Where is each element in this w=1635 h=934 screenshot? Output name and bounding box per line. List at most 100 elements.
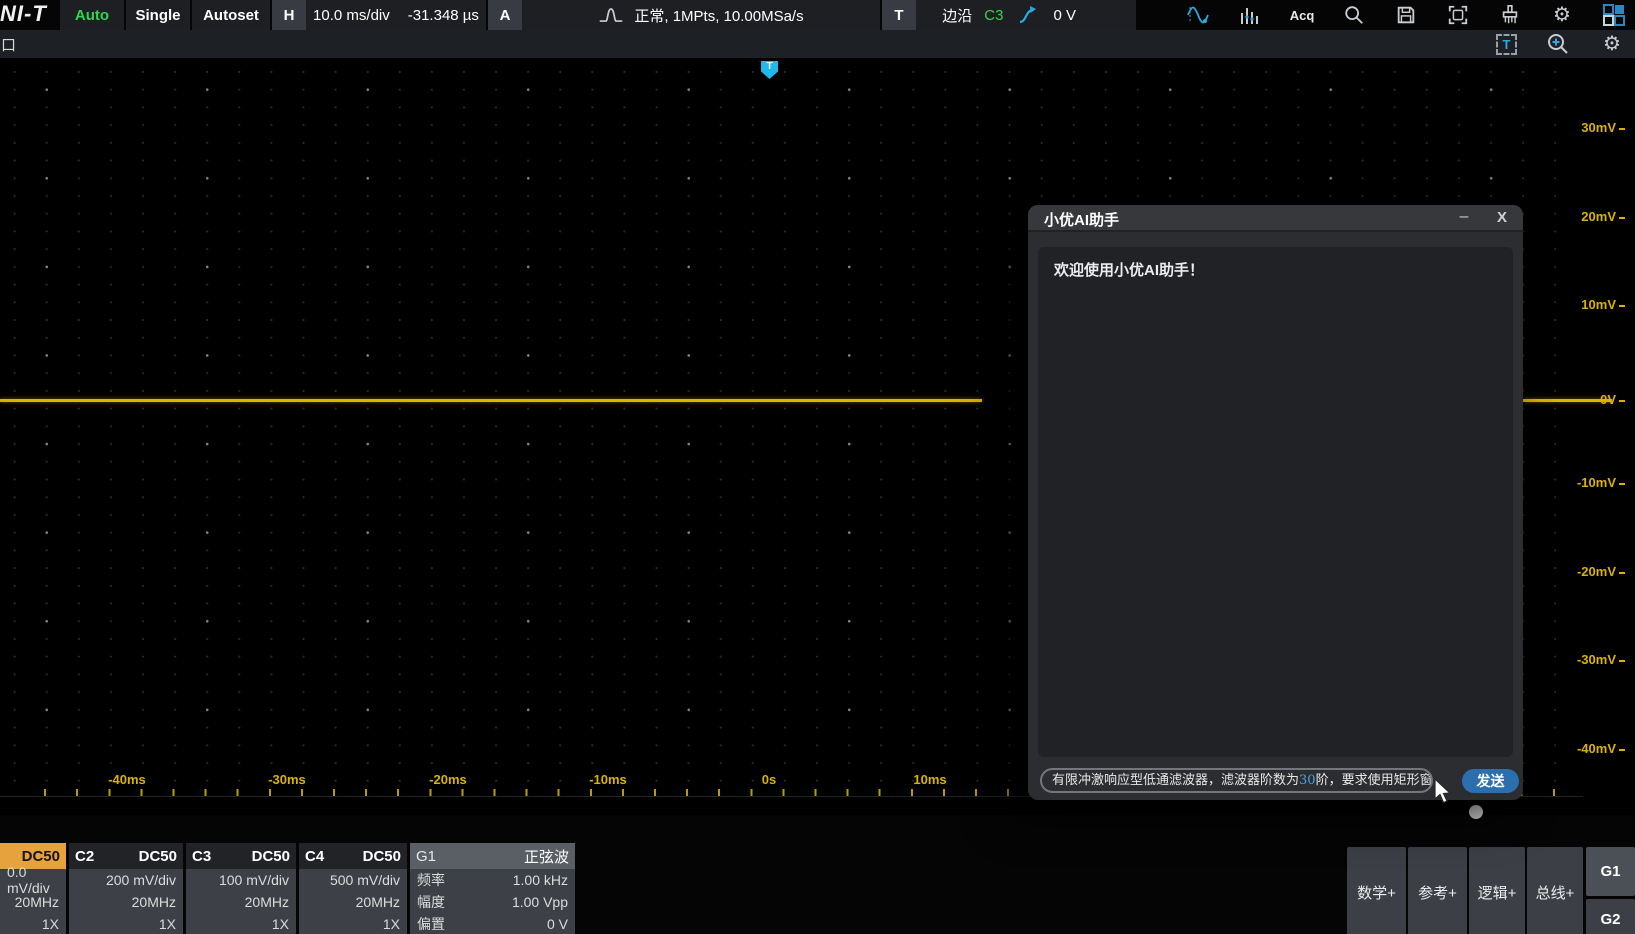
dialog-titlebar[interactable]: 小优AI助手 – X [1028,205,1523,232]
generator1-waveform: 正弦波 [524,846,569,867]
dialog-title: 小优AI助手 [1044,209,1119,230]
channel3-panel[interactable]: C3 DC50 100 mV/div 20MHz 1X [186,843,296,934]
t-axis-label: 10ms [913,772,946,787]
input-text: 阶，要求使用矩形窗 [1316,773,1433,788]
minimize-button[interactable]: – [1452,208,1476,228]
panel-drag-handle[interactable] [1469,805,1483,819]
channel1-coupling: DC50 [22,848,60,865]
channel2-bandwidth: 20MHz [69,891,183,913]
secondary-icon-strip: T ⚙ [1496,32,1625,56]
channel3-header[interactable]: C3 DC50 [186,843,296,869]
generator1-button[interactable]: G1 [1586,847,1635,896]
channel4-probe: 1X [299,913,407,934]
timebase-value: 10.0 ms/div [313,7,390,24]
channel1-probe: 1X [0,913,66,934]
channel4-bandwidth: 20MHz [299,891,407,913]
generator1-offset-row: 偏置0 V [410,913,575,934]
toolbar-icon-strip: FFT Acq Ultra ⚙ [1185,0,1627,30]
v-axis-label: 30mV [1545,120,1625,135]
display-settings-gear-icon[interactable]: ⚙ [1599,31,1625,57]
bottom-status-section: DC50 0.0 mV/div 20MHz 1X C2 DC50 200 mV/… [0,815,1635,934]
t-axis-label: -20ms [429,772,467,787]
chat-history-panel: 欢迎使用小优AI助手！ [1038,247,1513,757]
generator1-amplitude-row: 幅度1.00 Vpp [410,891,575,913]
reference-add-button[interactable]: 参考+ [1408,847,1467,934]
fft-icon[interactable]: FFT [1237,2,1263,28]
horizontal-settings[interactable]: 10.0 ms/div -31.348 µs [306,0,486,30]
zoom-in-icon[interactable] [1545,31,1571,57]
logic-add-button[interactable]: 逻辑+ [1469,847,1525,934]
horizontal-offset-value: -31.348 µs [408,7,479,24]
channel1-scale: 0.0 mV/div [0,869,66,891]
v-axis-label: 10mV [1545,297,1625,312]
autoset-button[interactable]: Autoset [192,0,270,30]
channel1-trace-left[interactable] [0,399,982,402]
axis-tick [1619,305,1625,307]
channel4-coupling: DC50 [363,848,401,865]
mouse-cursor [1432,778,1458,806]
rising-edge-icon [1015,2,1041,28]
acquire-info: 正常, 1MPts, 10.00MSa/s [634,5,803,26]
generator1-panel[interactable]: G1 正弦波 频率1.00 kHz 幅度1.00 Vpp 偏置0 V [410,843,575,934]
acquire-badge: A [488,0,522,30]
waveform-edit-icon[interactable] [1185,2,1211,28]
axis-tick [1619,572,1625,574]
save-icon[interactable] [1393,2,1419,28]
top-toolbar: NI-T Auto Single Autoset H 10.0 ms/div -… [0,0,1635,30]
window-layout-icon[interactable] [1601,2,1627,28]
trigger-type: 边沿 [942,5,972,26]
screen-capture-icon[interactable] [1445,2,1471,28]
v-axis-label: -10mV [1545,475,1625,490]
channel2-header[interactable]: C2 DC50 [69,843,183,869]
secondary-toolbar: 窗口 T ⚙ [0,30,1635,58]
bus-add-button[interactable]: 总线+ [1527,847,1583,934]
channel2-coupling: DC50 [139,848,177,865]
welcome-message: 欢迎使用小优AI助手！ [1054,259,1204,280]
trigger-settings[interactable]: 边沿 C3 0 V [916,0,1136,30]
trigger-badge: T [882,0,916,30]
text-annotation-icon[interactable]: T [1496,34,1517,55]
channel3-scale: 100 mV/div [186,869,296,891]
window-menu-label[interactable]: 窗口 [0,34,16,55]
t-axis-label: -30ms [268,772,306,787]
channel4-panel[interactable]: C4 DC50 500 mV/div 20MHz 1X [299,843,407,934]
channel1-panel[interactable]: DC50 0.0 mV/div 20MHz 1X [0,843,66,934]
settings-gear-icon[interactable]: ⚙ [1549,2,1575,28]
channel3-probe: 1X [186,913,296,934]
v-axis-label: -30mV [1545,652,1625,667]
v-axis-label: 20mV [1545,209,1625,224]
input-text-highlight: 30 [1299,773,1316,788]
channel3-bandwidth: 20MHz [186,891,296,913]
t-axis-label: -10ms [589,772,627,787]
acq-label: Acq [1290,8,1315,23]
v-axis-label: -40mV [1545,741,1625,756]
axis-tick [1619,400,1625,402]
chat-input-field[interactable]: 有限冲激响应型低通滤波器，滤波器阶数为30阶，要求使用矩形窗 [1040,768,1433,793]
generator1-header[interactable]: G1 正弦波 [410,843,575,869]
channel2-scale: 200 mV/div [69,869,183,891]
axis-tick [1619,217,1625,219]
axis-tick [1619,128,1625,130]
channel3-coupling: DC50 [252,848,290,865]
generator2-button[interactable]: G2 [1586,899,1635,934]
acquire-settings[interactable]: 正常, 1MPts, 10.00MSa/s [522,0,880,30]
single-button[interactable]: Single [126,0,190,30]
send-button[interactable]: 发送 [1462,769,1519,793]
axis-tick [1619,660,1625,662]
trigger-source: C3 [984,7,1003,24]
horizontal-badge: H [272,0,306,30]
pulse-waveform-icon [598,2,624,28]
clear-brush-icon[interactable] [1497,2,1523,28]
ai-assistant-dialog: 小优AI助手 – X 欢迎使用小优AI助手！ 有限冲激响应型低通滤波器，滤波器阶… [1028,205,1523,800]
trigger-level-value: 0 V [1053,7,1076,24]
channel4-header[interactable]: C4 DC50 [299,843,407,869]
generator1-id: G1 [416,848,436,865]
close-button[interactable]: X [1490,209,1514,229]
v-axis-label: 0V [1545,392,1625,407]
search-icon[interactable] [1341,2,1367,28]
run-mode-button[interactable]: Auto [60,0,124,30]
math-add-button[interactable]: 数学+ [1347,847,1406,934]
channel2-panel[interactable]: C2 DC50 200 mV/div 20MHz 1X [69,843,183,934]
channel4-scale: 500 mV/div [299,869,407,891]
ultra-acq-icon[interactable]: Acq Ultra [1289,2,1315,28]
